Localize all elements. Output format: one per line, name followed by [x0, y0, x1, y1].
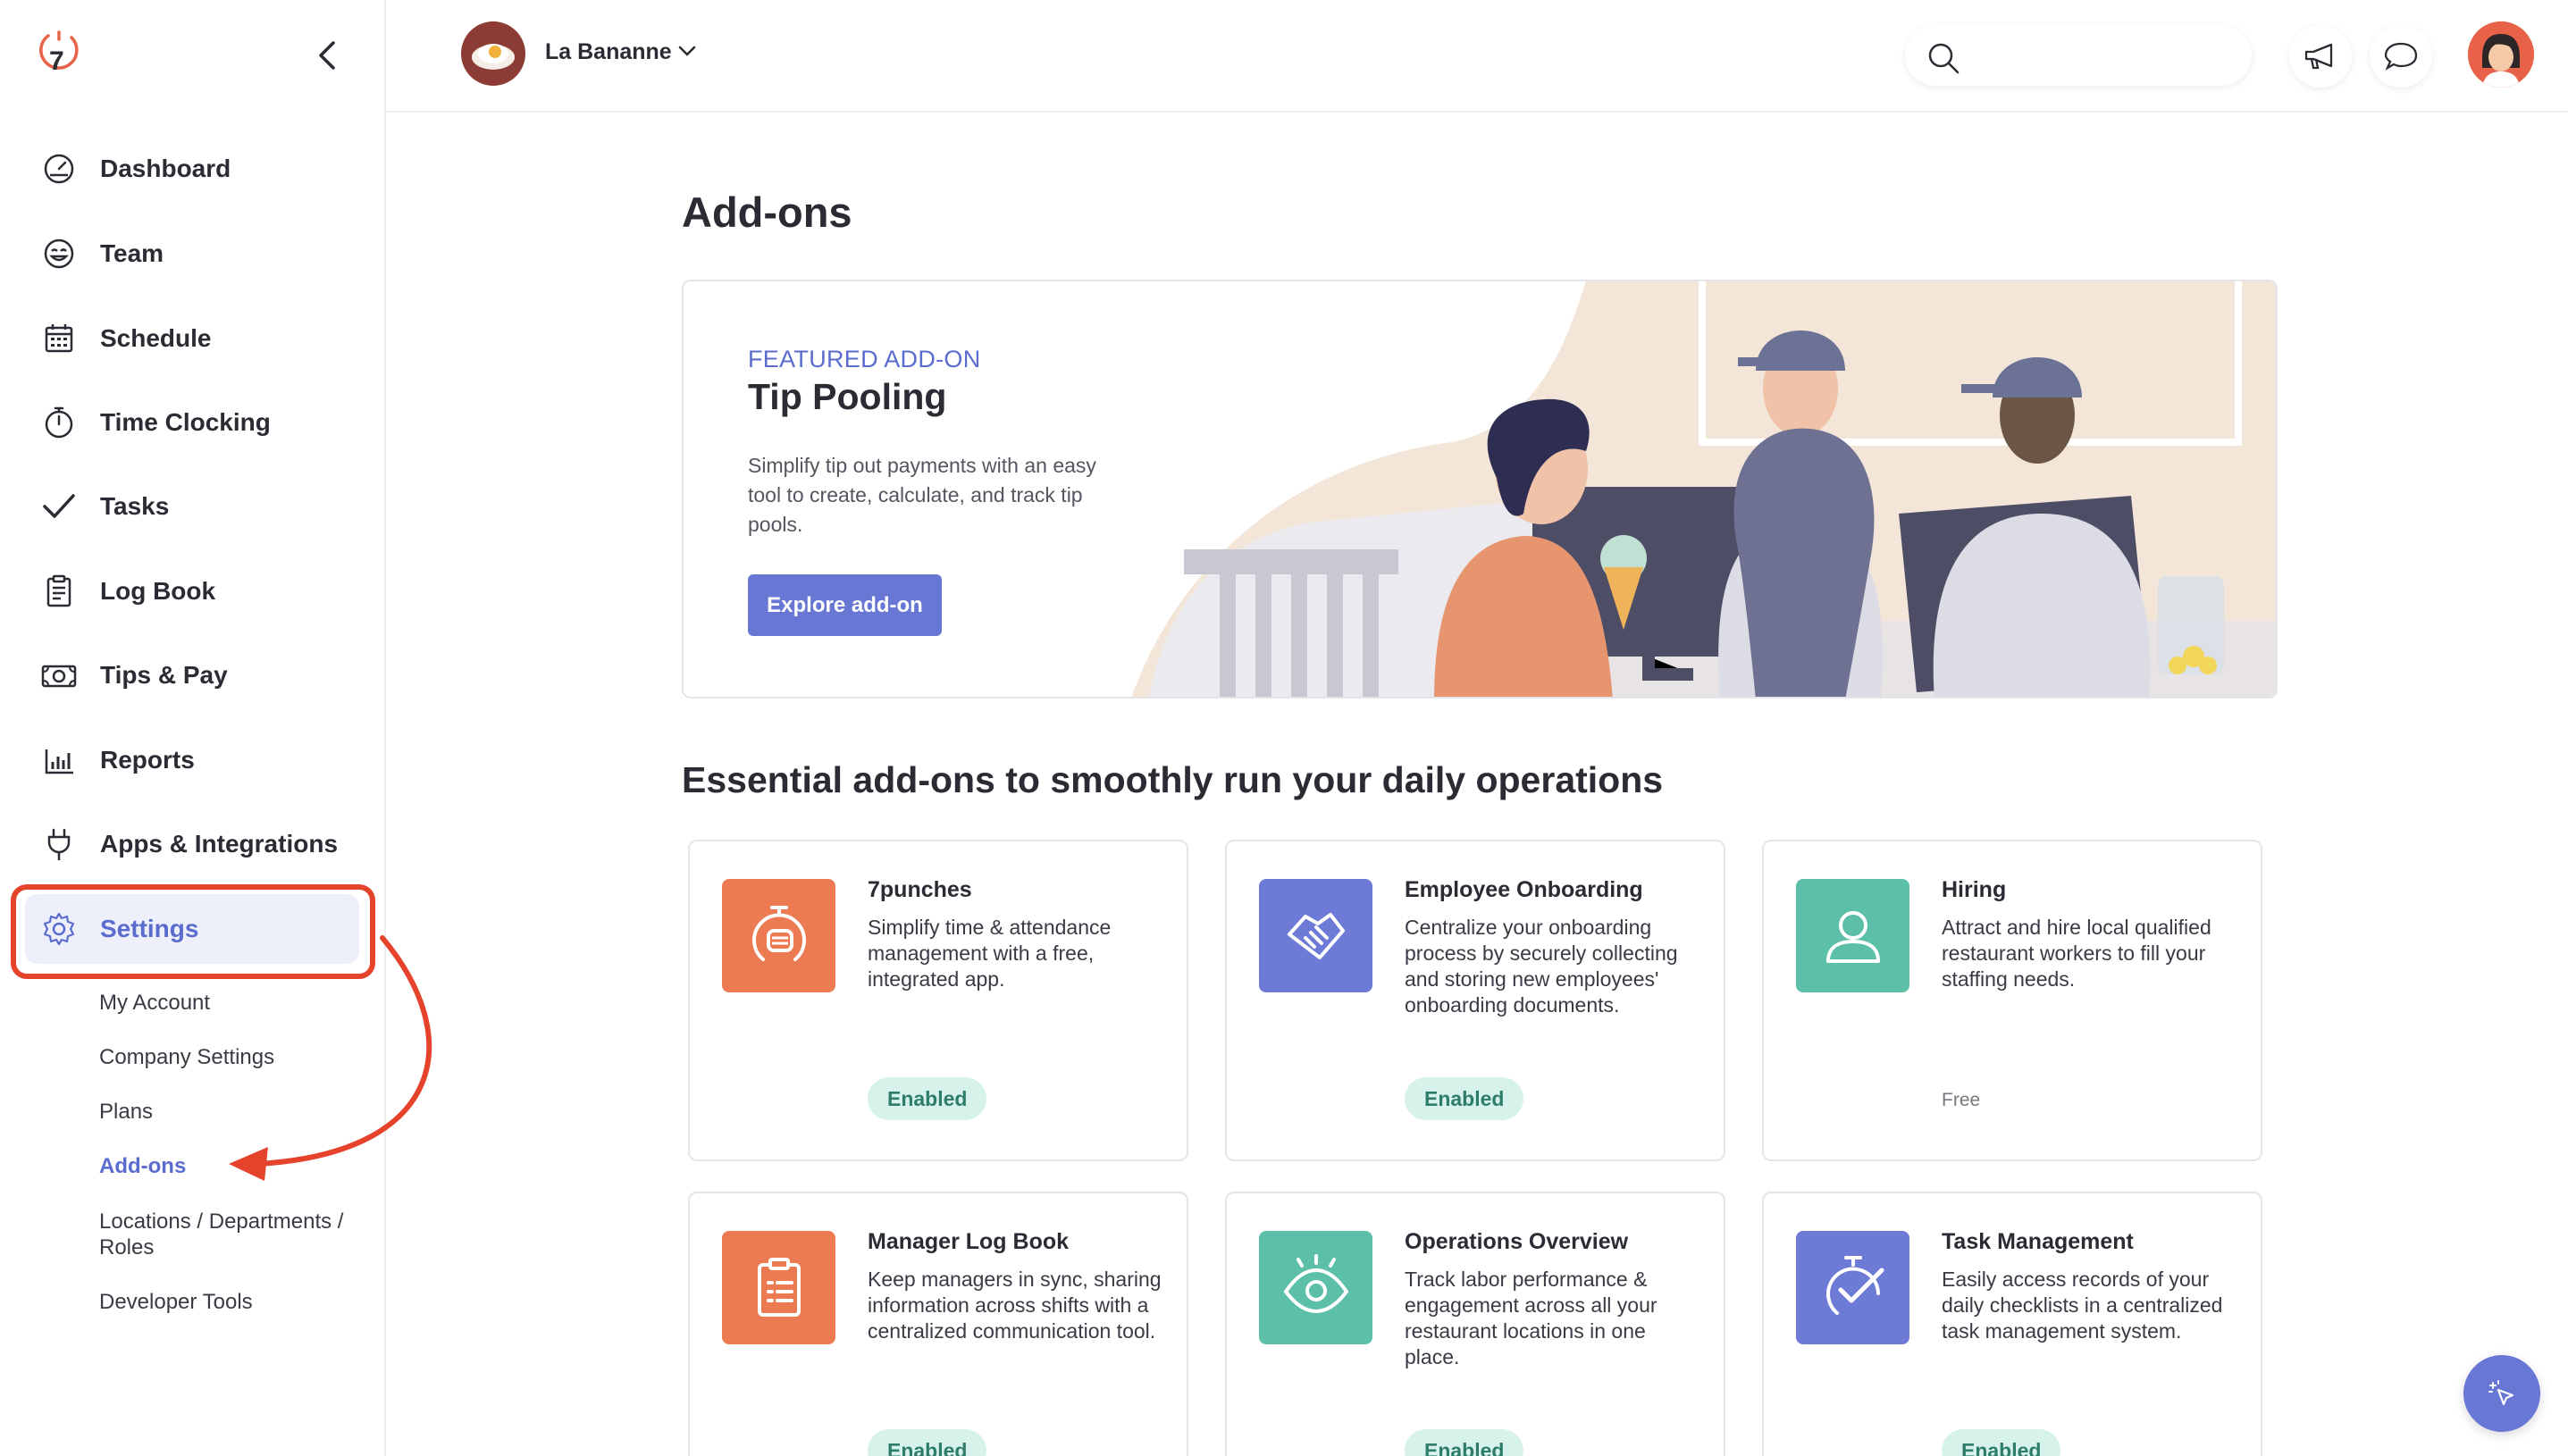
- addon-card-description: Attract and hire local qualified restaur…: [1942, 916, 2211, 991]
- sidebar-item-reports[interactable]: Reports: [25, 725, 359, 795]
- sidebar-item-label: Settings: [100, 915, 199, 942]
- sidebar-item-apps-integrations[interactable]: Apps & Integrations: [25, 809, 359, 879]
- status-badge: Enabled: [1942, 1429, 2061, 1456]
- calendar-icon: [36, 315, 82, 362]
- top-bar: La Bananne: [386, 0, 2568, 113]
- featured-kicker: FEATURED ADD-ON: [748, 346, 981, 372]
- clipboard-icon: [36, 568, 82, 615]
- 7shifts-logo[interactable]: 7: [36, 27, 82, 80]
- featured-title: Tip Pooling: [748, 376, 947, 417]
- messages-button[interactable]: [2370, 25, 2432, 88]
- sidebar-item-label: Dashboard: [100, 155, 231, 182]
- sidebar-item-settings[interactable]: Settings: [25, 894, 359, 964]
- addon-card-description: Track labor performance & engagement acr…: [1405, 1268, 1657, 1368]
- clipboard-icon: [722, 1231, 835, 1344]
- featured-addon-banner: FEATURED ADD-ON Tip Pooling Simplify tip…: [682, 280, 2278, 699]
- settings-sub-company-settings[interactable]: Company Settings: [99, 1044, 274, 1070]
- plug-icon: [36, 821, 82, 867]
- search-box: [1905, 25, 2252, 86]
- addon-card-manager-log-book[interactable]: Manager Log Book Keep managers in sync, …: [688, 1192, 1188, 1456]
- addon-card-title: Employee Onboarding: [1405, 877, 1643, 902]
- help-launcher-button[interactable]: [2463, 1355, 2540, 1432]
- addon-card-hiring[interactable]: Hiring Attract and hire local qualified …: [1762, 840, 2262, 1161]
- addon-card-description: Centralize your onboarding process by se…: [1405, 916, 1678, 1017]
- person-icon: [1796, 879, 1909, 992]
- eye-icon: [1259, 1231, 1372, 1344]
- handshake-icon: [1259, 879, 1372, 992]
- sidebar-item-label: Apps & Integrations: [100, 830, 339, 858]
- sidebar-item-label: Schedule: [100, 324, 212, 352]
- dashboard-icon: [36, 146, 82, 192]
- settings-sub-add-ons[interactable]: Add-ons: [99, 1153, 186, 1179]
- money-icon: [36, 652, 82, 699]
- addon-card-task-management[interactable]: Task Management Easily access records of…: [1762, 1192, 2262, 1456]
- collapse-sidebar-button[interactable]: [311, 36, 343, 75]
- megaphone-icon: [2304, 43, 2333, 70]
- chevron-down-icon[interactable]: [677, 41, 697, 61]
- addon-card-description: Easily access records of your daily chec…: [1942, 1268, 2223, 1343]
- sidebar-item-label: Reports: [100, 746, 195, 774]
- price-label: Free: [1942, 1090, 1981, 1110]
- page-title: Add-ons: [682, 188, 852, 236]
- addon-card-operations-overview[interactable]: Operations Overview Track labor performa…: [1225, 1192, 1725, 1456]
- settings-sub-plans[interactable]: Plans: [99, 1099, 153, 1125]
- bar-chart-icon: [36, 737, 82, 783]
- status-badge: Enabled: [868, 1429, 987, 1456]
- search-icon: [1928, 43, 1960, 74]
- sidebar-item-label: Time Clocking: [100, 408, 271, 436]
- sidebar-item-tasks[interactable]: Tasks: [25, 472, 359, 541]
- user-avatar[interactable]: [2468, 21, 2534, 88]
- sidebar-item-log-book[interactable]: Log Book: [25, 556, 359, 626]
- settings-sub-my-account[interactable]: My Account: [99, 990, 210, 1016]
- sidebar-item-team[interactable]: Team: [25, 219, 359, 289]
- addon-card-title: Hiring: [1942, 877, 2007, 902]
- sidebar-item-schedule[interactable]: Schedule: [25, 304, 359, 373]
- addon-card-title: Task Management: [1942, 1229, 2134, 1254]
- status-badge: Enabled: [868, 1077, 987, 1120]
- addon-card-7punches[interactable]: 7punches Simplify time & attendance mana…: [688, 840, 1188, 1161]
- addon-card-description: Simplify time & attendance management wi…: [868, 916, 1112, 991]
- addon-card-description: Keep managers in sync, sharing informati…: [868, 1268, 1162, 1343]
- user-portrait-icon: [2468, 21, 2534, 88]
- addon-card-title: Operations Overview: [1405, 1229, 1629, 1254]
- checkmark-icon: [36, 483, 82, 530]
- settings-sub-locations-departments-roles[interactable]: Locations / Departments / Roles: [99, 1209, 358, 1260]
- company-avatar[interactable]: [461, 21, 525, 86]
- checklist-timer-icon: [1796, 1231, 1909, 1344]
- sidebar-item-time-clocking[interactable]: Time Clocking: [25, 388, 359, 457]
- status-badge: Enabled: [1405, 1429, 1524, 1456]
- sidebar: 7 Dashboard Team Schedule Time Clocking …: [0, 0, 386, 1456]
- section-title: Essential add-ons to smoothly run your d…: [682, 759, 1664, 800]
- sidebar-item-label: Tips & Pay: [100, 661, 228, 689]
- settings-sub-developer-tools[interactable]: Developer Tools: [99, 1289, 253, 1315]
- sidebar-item-label: Team: [100, 239, 164, 267]
- status-badge: Enabled: [1405, 1077, 1524, 1120]
- stopwatch-icon: [36, 399, 82, 446]
- smiley-icon: [36, 230, 82, 277]
- fist-clock-icon: [722, 879, 835, 992]
- explore-add-on-button[interactable]: Explore add-on: [748, 574, 942, 636]
- company-switcher-label[interactable]: La Bananne: [545, 39, 672, 65]
- sidebar-item-dashboard[interactable]: Dashboard: [25, 134, 359, 204]
- gear-icon: [36, 906, 82, 952]
- sidebar-item-label: Tasks: [100, 492, 170, 520]
- sparkle-cursor-icon: [2488, 1380, 2514, 1406]
- search-input[interactable]: [1978, 39, 2228, 71]
- featured-description: Simplify tip out payments with an easy t…: [748, 454, 1096, 536]
- addon-card-title: Manager Log Book: [868, 1229, 1070, 1254]
- sidebar-item-label: Log Book: [100, 577, 216, 605]
- egg-plate-icon: [472, 44, 515, 70]
- addon-card-employee-onboarding[interactable]: Employee Onboarding Centralize your onbo…: [1225, 840, 1725, 1161]
- announcements-button[interactable]: [2289, 25, 2352, 88]
- svg-text:7: 7: [49, 46, 64, 76]
- chevron-left-icon: [319, 41, 335, 70]
- chat-bubble-icon: [2384, 42, 2418, 71]
- sidebar-item-tips-pay[interactable]: Tips & Pay: [25, 640, 359, 710]
- addon-card-title: 7punches: [868, 877, 972, 902]
